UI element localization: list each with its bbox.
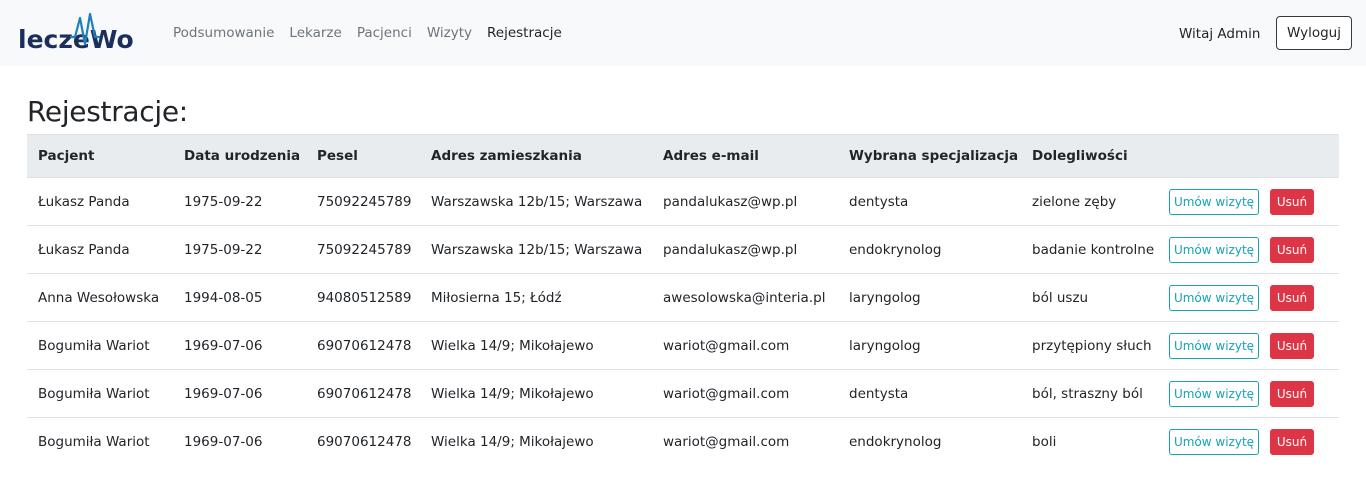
cell-specialization: laryngolog xyxy=(838,273,1021,322)
cell-complaint: ból, straszny ból xyxy=(1021,369,1155,418)
cell-specialization: dentysta xyxy=(838,177,1021,226)
cell-complaint: zielone zęby xyxy=(1021,177,1155,226)
delete-button[interactable]: Usuń xyxy=(1270,284,1314,311)
table-row: Anna Wesołowska 1994-08-05 94080512589 M… xyxy=(27,273,1339,322)
cell-patient: Bogumiła Wariot xyxy=(38,433,150,450)
appoint-button[interactable]: Umów wizytę xyxy=(1169,188,1259,215)
table-row: Łukasz Panda 1975-09-22 75092245789 Wars… xyxy=(27,225,1339,274)
cell-pesel: 69070612478 xyxy=(317,433,412,450)
cell-email: pandalukasz@wp.pl xyxy=(652,177,838,226)
brand-text: leczeWo xyxy=(18,25,134,54)
cell-specialization: endokrynolog xyxy=(838,225,1021,274)
cell-address: Warszawska 12b/15; Warszawa xyxy=(420,225,652,274)
column-header-email: Adres e-mail xyxy=(652,134,838,178)
cell-complaint: przytępiony słuch xyxy=(1021,321,1155,370)
cell-specialization: dentysta xyxy=(838,369,1021,418)
cell-address: Warszawska 12b/15; Warszawa xyxy=(420,177,652,226)
cell-birth-date: 1969-07-06 xyxy=(184,433,263,450)
cell-email: wariot@gmail.com xyxy=(652,369,838,418)
column-header-data-urodzenia: Data urodzenia xyxy=(173,134,306,178)
appoint-button[interactable]: Umów wizytę xyxy=(1169,332,1259,359)
cell-address: Miłosierna 15; Łódź xyxy=(420,273,652,322)
cell-patient: Łukasz Panda xyxy=(27,225,173,274)
cell-pesel: 75092245789 xyxy=(306,177,420,226)
cell-specialization: laryngolog xyxy=(838,321,1021,370)
column-header-dolegliwosci: Dolegliwości xyxy=(1021,134,1155,178)
appoint-button[interactable]: Umów wizytę xyxy=(1169,380,1259,407)
cell-actions: Umów wizytę Usuń xyxy=(1155,177,1339,226)
cell-actions: Umów wizytę Usuń xyxy=(1155,369,1339,418)
cell-pesel: 69070612478 xyxy=(306,321,420,370)
column-header-adres: Adres zamieszkania xyxy=(420,134,652,178)
column-header-specjalizacja: Wybrana specjalizacja xyxy=(838,134,1021,178)
nav-link-wizyty[interactable]: Wizyty xyxy=(427,24,472,44)
cell-pesel: 75092245789 xyxy=(306,225,420,274)
brand-logo-image: leczeWo xyxy=(18,12,134,54)
cell-address: Wielka 14/9; Mikołajewo xyxy=(431,433,594,450)
appoint-button[interactable]: Umów wizytę xyxy=(1169,428,1259,455)
cell-actions: Umów wizytę Usuń xyxy=(1155,225,1339,274)
cell-address: Wielka 14/9; Mikołajewo xyxy=(420,369,652,418)
cell-pesel: 69070612478 xyxy=(306,369,420,418)
cell-patient: Anna Wesołowska xyxy=(27,273,173,322)
delete-button[interactable]: Usuń xyxy=(1270,236,1314,263)
delete-button[interactable]: Usuń xyxy=(1270,332,1314,359)
logout-button[interactable]: Wyloguj xyxy=(1276,16,1352,50)
nav-link-rejestracje[interactable]: Rejestracje xyxy=(487,24,562,44)
table-row: Bogumiła Wariot 1969-07-06 69070612478 W… xyxy=(27,418,1339,466)
cell-address: Wielka 14/9; Mikołajewo xyxy=(420,321,652,370)
cell-email: pandalukasz@wp.pl xyxy=(652,225,838,274)
appoint-button[interactable]: Umów wizytę xyxy=(1169,236,1259,263)
column-header-pesel: Pesel xyxy=(306,134,420,178)
cell-email: awesolowska@interia.pl xyxy=(652,273,838,322)
nav-link-podsumowanie[interactable]: Podsumowanie xyxy=(173,24,274,44)
table-header-row: Pacjent Data urodzenia Pesel Adres zamie… xyxy=(27,134,1339,178)
appoint-button[interactable]: Umów wizytę xyxy=(1169,284,1259,311)
page-title: Rejestracje: xyxy=(27,95,188,128)
cell-birth-date: 1975-09-22 xyxy=(173,225,306,274)
cell-actions: Umów wizytę Usuń xyxy=(1155,273,1339,322)
cell-actions: Umów wizytę Usuń xyxy=(1155,418,1339,466)
cell-pesel: 94080512589 xyxy=(306,273,420,322)
main-nav: Podsumowanie Lekarze Pacjenci Wizyty Rej… xyxy=(173,24,577,44)
registrations-table: Pacjent Data urodzenia Pesel Adres zamie… xyxy=(27,134,1339,466)
cell-actions: Umów wizytę Usuń xyxy=(1155,321,1339,370)
greeting-text: Witaj Admin xyxy=(1179,26,1261,42)
delete-button[interactable]: Usuń xyxy=(1270,428,1314,455)
nav-link-lekarze[interactable]: Lekarze xyxy=(289,24,341,44)
cell-patient: Łukasz Panda xyxy=(27,177,173,226)
cell-birth-date: 1969-07-06 xyxy=(173,321,306,370)
delete-button[interactable]: Usuń xyxy=(1270,380,1314,407)
table-row: Bogumiła Wariot 1969-07-06 69070612478 W… xyxy=(27,321,1339,370)
nav-link-pacjenci[interactable]: Pacjenci xyxy=(357,24,412,44)
brand-logo[interactable]: leczeWo xyxy=(18,10,136,54)
column-header-actions xyxy=(1155,134,1339,178)
cell-patient: Bogumiła Wariot xyxy=(27,369,173,418)
cell-birth-date: 1975-09-22 xyxy=(173,177,306,226)
cell-email: wariot@gmail.com xyxy=(652,321,838,370)
cell-complaint: ból uszu xyxy=(1021,273,1155,322)
cell-birth-date: 1969-07-06 xyxy=(173,369,306,418)
cell-email: wariot@gmail.com xyxy=(663,433,790,450)
cell-complaint: badanie kontrolne xyxy=(1021,225,1155,274)
cell-patient: Bogumiła Wariot xyxy=(27,321,173,370)
delete-button[interactable]: Usuń xyxy=(1270,188,1314,215)
cell-birth-date: 1994-08-05 xyxy=(173,273,306,322)
column-header-pacjent: Pacjent xyxy=(27,134,173,178)
table-row: Łukasz Panda 1975-09-22 75092245789 Wars… xyxy=(27,177,1339,226)
table-row: Bogumiła Wariot 1969-07-06 69070612478 W… xyxy=(27,369,1339,418)
navbar: leczeWo Podsumowanie Lekarze Pacjenci Wi… xyxy=(0,0,1366,66)
cell-specialization: endokrynolog xyxy=(849,433,942,450)
cell-complaint: boli xyxy=(1032,433,1057,450)
